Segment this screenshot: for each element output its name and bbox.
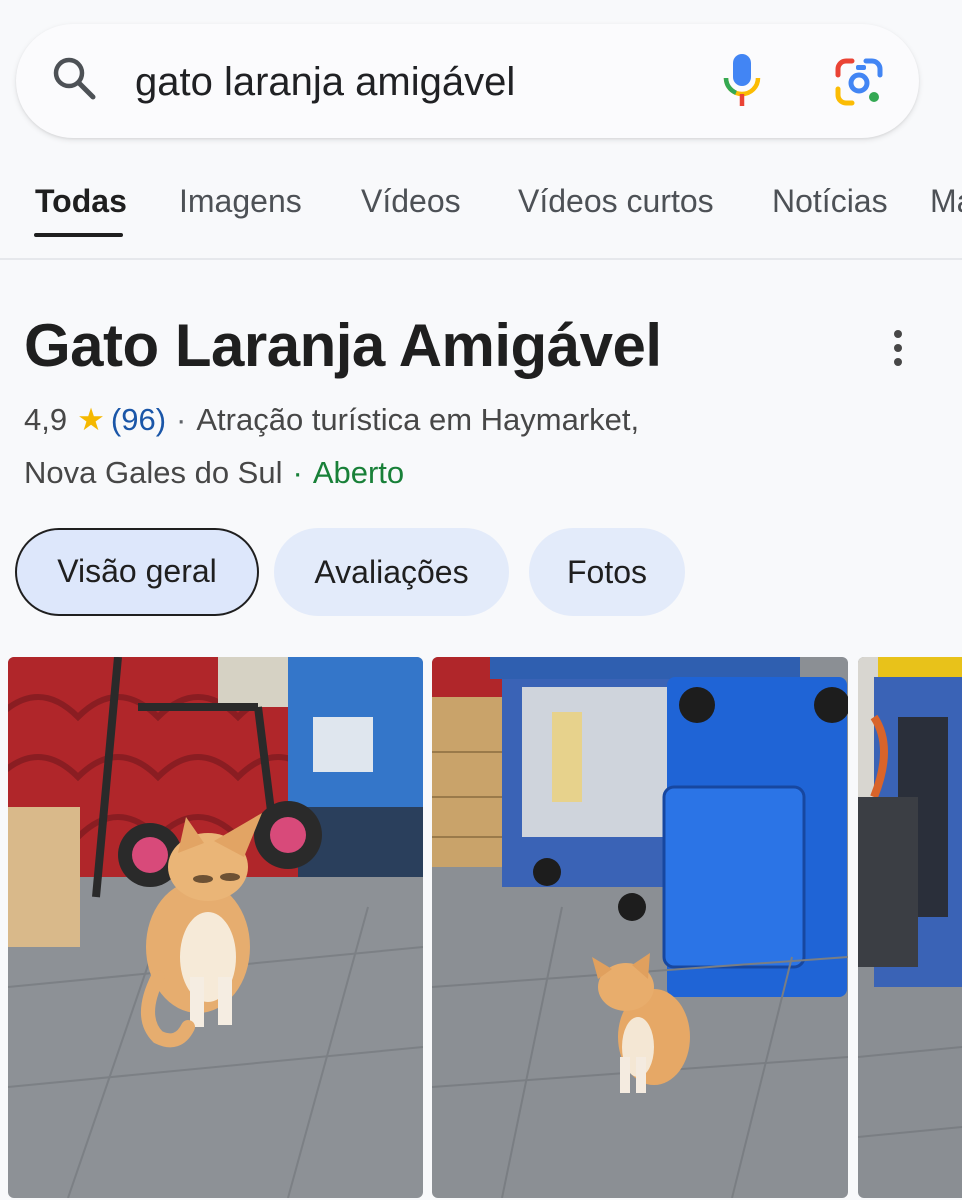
chip-avaliacoes[interactable]: Avaliações (274, 528, 509, 616)
place-title: Gato Laranja Amigável (24, 312, 662, 379)
place-region: Nova Gales do Sul (24, 455, 283, 490)
reviews-count-link[interactable]: (96) (111, 402, 166, 437)
separator-dot: · (176, 402, 187, 437)
star-icon: ★ (77, 402, 105, 437)
search-tabs: Todas Imagens Vídeos Vídeos curtos Notíc… (0, 170, 962, 250)
open-status: Aberto (312, 455, 405, 490)
tab-todas[interactable]: Todas (35, 182, 127, 220)
search-icon[interactable] (52, 56, 96, 100)
tab-videos-curtos[interactable]: Vídeos curtos (518, 182, 714, 220)
rating-value: 4,9 (24, 402, 68, 437)
header-divider (0, 258, 962, 260)
rating-line: 4,9 ★ (96) · Atração turística em Haymarket, (24, 400, 639, 440)
place-category: Atração turística em Haymarket, (196, 402, 640, 437)
photo-cat-by-trolley[interactable] (8, 657, 423, 1198)
tab-more[interactable]: Ma (930, 182, 962, 220)
tab-noticias[interactable]: Notícias (772, 182, 888, 220)
separator-dot: · (292, 455, 303, 490)
tab-imagens[interactable]: Imagens (179, 182, 302, 220)
search-input[interactable]: gato laranja amigável (135, 58, 515, 106)
chip-visao-geral[interactable]: Visão geral (15, 528, 259, 616)
google-lens-icon[interactable] (834, 57, 884, 107)
more-options-icon[interactable] (888, 328, 908, 368)
location-line: Nova Gales do Sul · Aberto (24, 453, 404, 493)
active-tab-indicator (34, 233, 123, 237)
photo-cat-by-bins[interactable] (432, 657, 848, 1198)
chip-fotos[interactable]: Fotos (529, 528, 685, 616)
microphone-icon[interactable] (722, 52, 762, 108)
tab-videos[interactable]: Vídeos (361, 182, 461, 220)
photo-bins-partial[interactable] (858, 657, 962, 1198)
